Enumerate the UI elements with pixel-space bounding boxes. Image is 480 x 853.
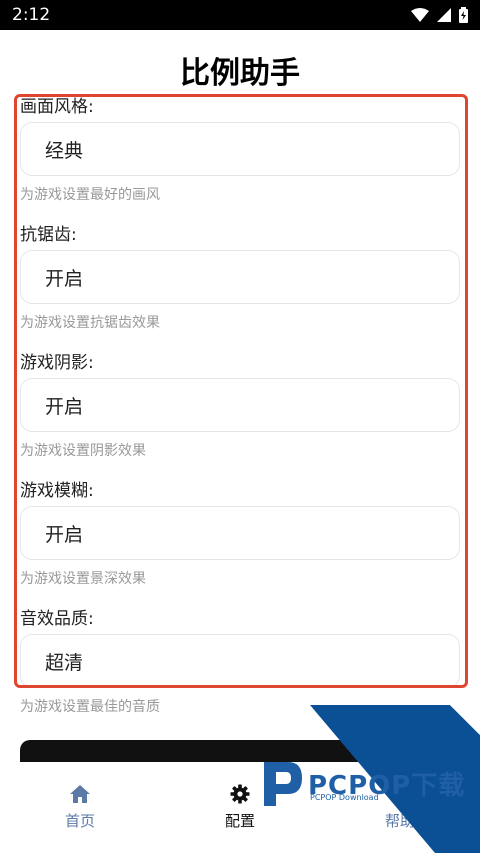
battery-icon: [459, 7, 468, 23]
home-icon: [70, 785, 90, 803]
page-title: 比例助手: [180, 56, 300, 91]
wifi-icon: [411, 8, 429, 22]
settings-list[interactable]: 画面风格: 经典 为游戏设置最好的画风 抗锯齿: 开启 为游戏设置抗锯齿效果 游…: [14, 94, 468, 688]
antialias-select[interactable]: 开启: [20, 250, 460, 304]
setting-label-antialias: 抗锯齿:: [20, 225, 77, 245]
pcpop-logo-icon: [264, 762, 302, 806]
nav-item-home[interactable]: 首页: [20, 784, 140, 831]
shadow-select[interactable]: 开启: [20, 378, 460, 432]
status-bar: 2:12: [0, 0, 480, 30]
signal-icon: [437, 8, 451, 22]
sound-select[interactable]: 超清: [20, 634, 460, 688]
setting-label-shadow: 游戏阴影:: [20, 353, 94, 373]
setting-hint-sound: 为游戏设置最佳的音质: [20, 699, 160, 715]
blur-select[interactable]: 开启: [20, 506, 460, 560]
setting-label-sound: 音效品质:: [20, 609, 94, 629]
watermark-sub: PCPOP Download: [310, 793, 379, 802]
setting-hint-shadow: 为游戏设置阴影效果: [20, 443, 146, 459]
style-select[interactable]: 经典: [20, 122, 460, 176]
setting-label-style: 画面风格:: [20, 97, 94, 117]
nav-label-home: 首页: [64, 812, 95, 830]
gear-icon: [230, 784, 250, 804]
setting-hint-style: 为游戏设置最好的画风: [20, 187, 160, 203]
status-time: 2:12: [12, 5, 51, 25]
setting-hint-blur: 为游戏设置景深效果: [20, 571, 146, 587]
setting-label-blur: 游戏模糊:: [20, 481, 94, 501]
setting-hint-antialias: 为游戏设置抗锯齿效果: [20, 315, 160, 331]
nav-label-config: 配置: [224, 812, 255, 830]
status-icons: [411, 7, 468, 23]
